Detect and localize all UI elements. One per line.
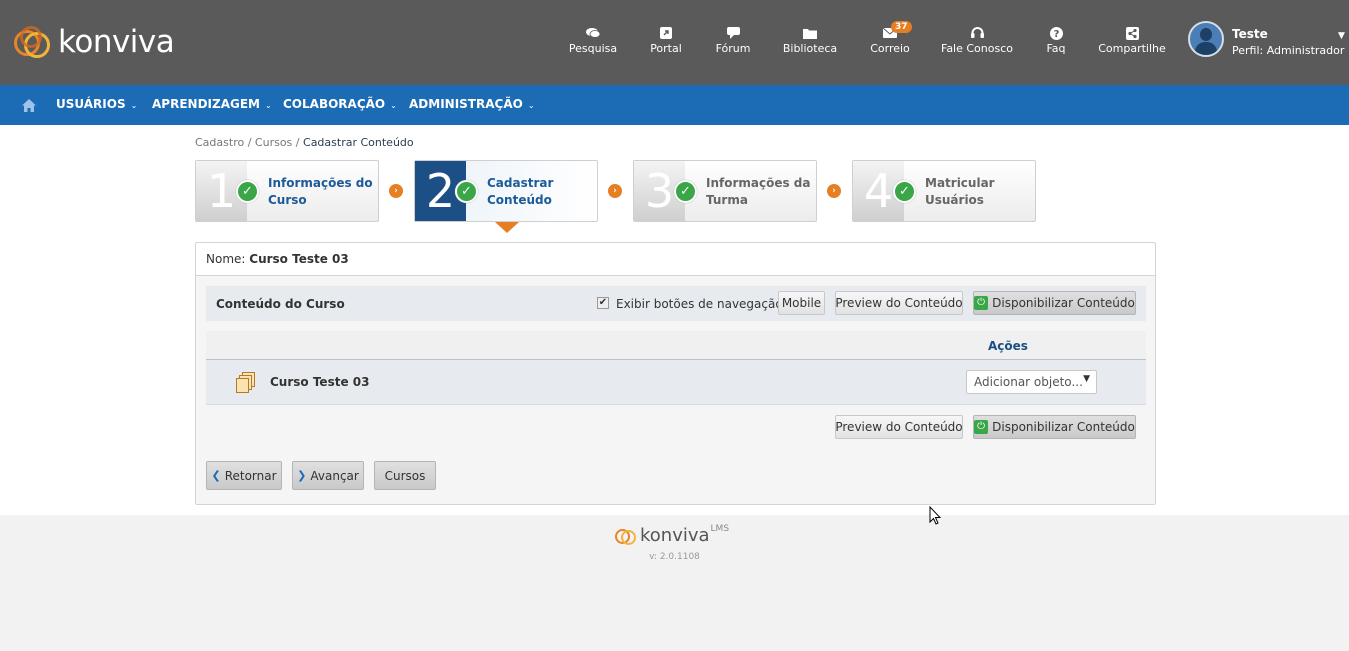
breadcrumb-current: Cadastrar Conteúdo [303,136,414,149]
topnav-forum[interactable]: Fórum [693,26,773,55]
table-row: Curso Teste 03 Adicionar objeto... ▼ [206,360,1146,405]
content-section: Conteúdo do Curso ✔ Exibir botões de nav… [196,276,1155,504]
check-icon: ✓ [455,180,478,203]
mail-count-badge: 37 [891,21,912,33]
chevron-down-icon: ⌄ [390,101,397,110]
section-title: Conteúdo do Curso [216,297,345,311]
topnav-biblioteca[interactable]: Biblioteca [770,26,850,55]
section-header: Conteúdo do Curso ✔ Exibir botões de nav… [206,286,1146,321]
topnav-compartilhe[interactable]: Compartilhe [1092,26,1172,55]
table-header: Ações [206,331,1146,360]
user-profile: Perfil: Administrador [1232,44,1345,57]
chevron-down-icon: ⌄ [264,101,272,110]
chevron-down-icon: ⌄ [130,101,138,110]
check-icon: ✓ [674,180,697,203]
mobile-button[interactable]: Mobile [778,291,825,315]
check-icon: ✓ [236,180,259,203]
topnav-fale-conosco[interactable]: Fale Conosco [937,26,1017,55]
step-4-matricular-usuarios[interactable]: 4 ✓ Matricular Usuários [852,160,1036,222]
menu-colaboracao[interactable]: COLABORAÇÃO ⌄ [283,97,397,111]
preview-button-bottom[interactable]: Preview do Conteúdo [835,415,963,439]
menu-usuarios[interactable]: USUÁRIOS ⌄ [56,97,137,111]
comment-icon [726,26,740,40]
step-2-cadastrar-conteudo[interactable]: 2 ✓ Cadastrar Conteúdo [414,160,598,222]
check-icon: ✓ [893,180,916,203]
mouse-cursor-icon [929,506,941,525]
active-step-pointer [495,222,519,233]
topnav-faq[interactable]: ? Faq [1016,26,1096,55]
chevron-down-icon: ⌄ [527,101,535,110]
chevron-right-icon: › [389,184,403,198]
actions-header: Ações [988,339,1028,353]
brand-logo[interactable]: konviva [12,22,175,62]
footer: konviva LMS v: 2.0.1108 [0,515,1349,651]
course-name-bar: Nome: Curso Teste 03 [196,243,1155,276]
user-menu[interactable]: Teste Perfil: Administrador ▼ [1188,21,1349,61]
power-icon: ⏻ [974,296,989,310]
publish-button[interactable]: ⏻ Disponibilizar Conteúdo [973,291,1136,315]
menu-administracao[interactable]: ADMINISTRAÇÃO ⌄ [409,97,535,111]
logo-mark-icon [614,524,638,546]
chevron-right-icon: › [827,184,841,198]
add-object-select[interactable]: Adicionar objeto... ▼ [966,370,1097,394]
user-name: Teste [1232,27,1268,41]
logo-mark-icon [12,22,56,62]
dropdown-arrow-icon: ▼ [1083,374,1090,384]
version-text: v: 2.0.1108 [649,552,700,562]
headset-icon [970,26,984,40]
caret-down-icon: ▼ [1338,31,1345,41]
courses-button[interactable]: Cursos [374,461,436,490]
power-icon: ⏻ [974,420,989,434]
external-link-icon [659,26,673,40]
breadcrumb: Cadastro / Cursos / Cadastrar Conteúdo [195,136,414,149]
chevron-right-icon: › [608,184,622,198]
next-button[interactable]: ❯ Avançar [292,461,364,490]
breadcrumb-cadastro[interactable]: Cadastro [195,136,244,149]
chevron-right-icon: ❯ [297,469,307,482]
avatar [1188,21,1224,57]
course-content-icon [236,372,258,394]
svg-text:?: ? [1053,29,1059,40]
publish-button-bottom[interactable]: ⏻ Disponibilizar Conteúdo [973,415,1136,439]
topnav-pesquisa[interactable]: Pesquisa [553,26,633,55]
share-icon [1125,26,1139,40]
step-1-informacoes-curso[interactable]: 1 ✓ Informações do Curso [195,160,379,222]
step-3-informacoes-turma[interactable]: 3 ✓ Informações da Turma [633,160,817,222]
footer-logo: konviva LMS [614,524,729,546]
course-panel: Nome: Curso Teste 03 Conteúdo do Curso ✔… [195,242,1156,505]
folder-icon [803,26,817,40]
main-nav: USUÁRIOS ⌄ APRENDIZAGEM ⌄ COLABORAÇÃO ⌄ ADM… [0,85,1349,125]
main-content: Cadastro / Cursos / Cadastrar Conteúdo 1… [0,125,1349,515]
chat-bubbles-icon [586,26,600,40]
menu-aprendizagem[interactable]: APRENDIZAGEM ⌄ [152,97,272,111]
chevron-left-icon: ❮ [211,469,221,482]
question-icon: ? [1049,26,1063,40]
row-name: Curso Teste 03 [270,375,370,389]
nav-buttons-checkbox[interactable]: ✔ [597,297,609,309]
nav-buttons-checkbox-label: Exibir botões de navegação [616,297,783,311]
brand-name: konviva [58,24,175,60]
top-header: konviva Pesquisa Portal Fórum Biblioteca [0,0,1349,85]
course-name: Curso Teste 03 [249,252,349,266]
mail-icon: 37 [883,21,912,40]
breadcrumb-cursos[interactable]: Cursos [255,136,292,149]
home-icon[interactable] [22,97,36,112]
preview-button[interactable]: Preview do Conteúdo [835,291,963,315]
topnav-correio[interactable]: 37 Correio [850,21,930,55]
back-button[interactable]: ❮ Retornar [206,461,282,490]
